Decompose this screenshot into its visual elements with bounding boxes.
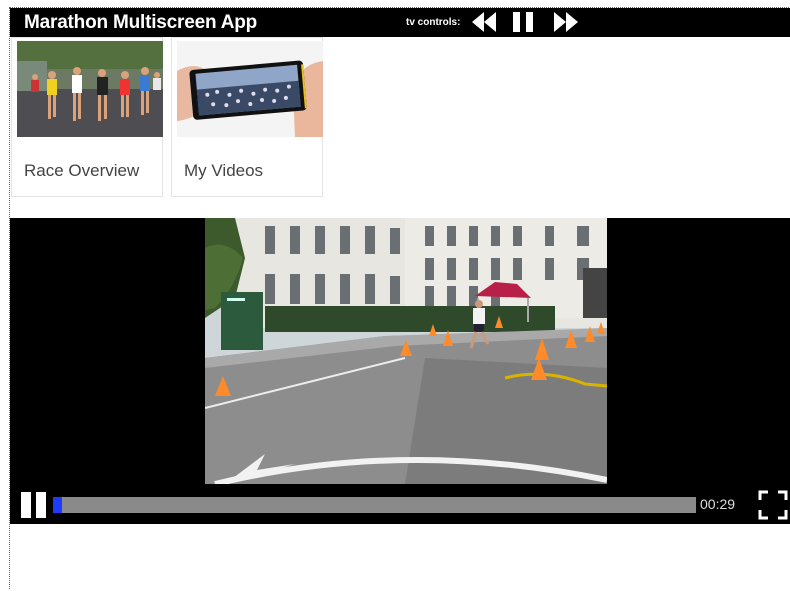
- race-overview-label: Race Overview: [24, 161, 140, 180]
- rewind-icon: [472, 12, 496, 32]
- race-overview-card[interactable]: Race Overview: [11, 37, 163, 197]
- tv-controls-label: tv controls:: [406, 17, 461, 28]
- fullscreen-button[interactable]: [758, 490, 788, 525]
- pause-icon: [21, 492, 46, 518]
- time-display: 00:29: [700, 496, 736, 512]
- tv-pause-button[interactable]: [512, 12, 534, 37]
- video-player: 00:29: [10, 218, 790, 524]
- my-videos-card[interactable]: My Videos: [171, 37, 323, 197]
- app-header: Marathon Multiscreen App tv controls:: [10, 8, 790, 37]
- pause-icon: [513, 12, 533, 32]
- my-videos-thumbnail: [177, 41, 323, 137]
- tv-fast-forward-button[interactable]: [554, 12, 578, 37]
- tv-rewind-button[interactable]: [472, 12, 496, 37]
- app-title: Marathon Multiscreen App: [24, 12, 258, 33]
- race-overview-thumbnail: [17, 41, 163, 137]
- progress-fill: [53, 497, 62, 513]
- my-videos-label: My Videos: [184, 161, 264, 180]
- video-frame[interactable]: [205, 218, 607, 484]
- fast-forward-icon: [554, 12, 578, 32]
- fullscreen-icon: [758, 490, 788, 520]
- play-pause-button[interactable]: [19, 490, 49, 525]
- progress-bar[interactable]: [53, 497, 696, 513]
